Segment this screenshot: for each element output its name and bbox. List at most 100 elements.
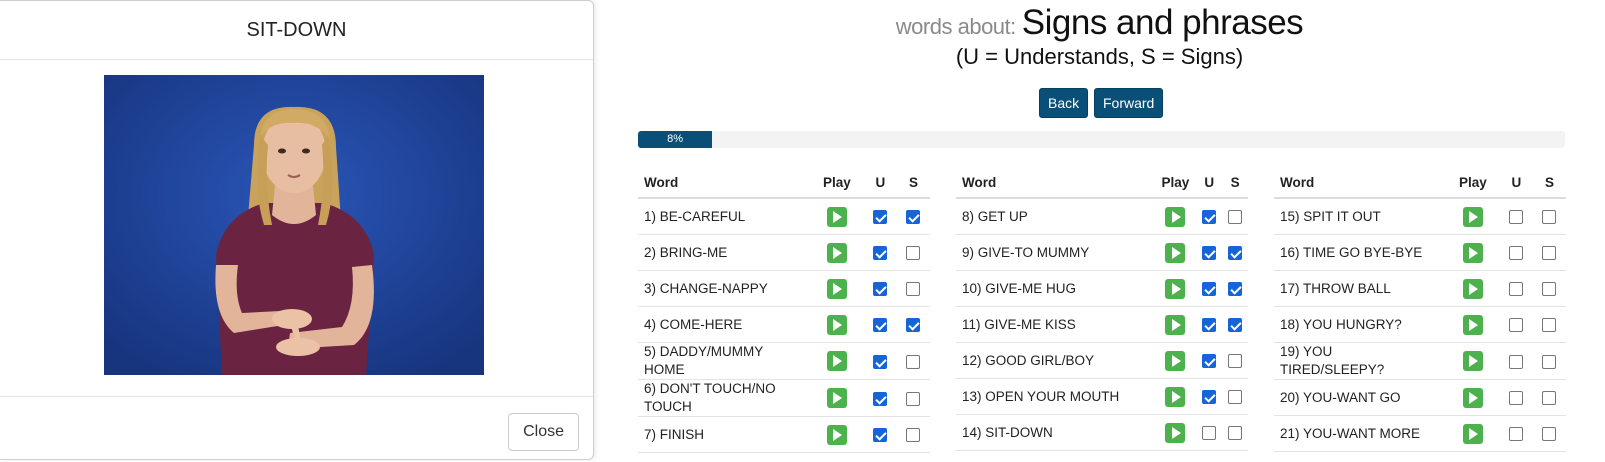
- signs-checkbox[interactable]: [1542, 282, 1557, 297]
- understands-checkbox[interactable]: [1509, 391, 1524, 406]
- play-icon[interactable]: [1165, 422, 1186, 443]
- word-label: 7) FINISH: [638, 416, 810, 453]
- understands-checkbox[interactable]: [1202, 390, 1217, 405]
- back-button[interactable]: Back: [1039, 88, 1089, 118]
- signs-checkbox[interactable]: [1542, 354, 1557, 369]
- understands-checkbox[interactable]: [1509, 210, 1524, 225]
- column-header-u: U: [1499, 167, 1533, 199]
- table-row: 9) GIVE-TO MUMMY: [956, 234, 1248, 271]
- table-row: 4) COME-HERE: [638, 306, 930, 343]
- table-row: 15) SPIT IT OUT: [1274, 198, 1566, 235]
- play-icon[interactable]: [1165, 242, 1186, 263]
- signs-checkbox[interactable]: [1228, 282, 1243, 297]
- column-header-play: Play: [1154, 167, 1197, 199]
- progress-bar: 8%: [638, 131, 1565, 148]
- understands-checkbox[interactable]: [873, 246, 888, 261]
- column-header-s: S: [896, 167, 930, 199]
- play-icon[interactable]: [826, 424, 847, 445]
- play-icon[interactable]: [1462, 278, 1483, 299]
- play-icon[interactable]: [826, 388, 847, 408]
- play-icon[interactable]: [1462, 206, 1483, 227]
- play-icon[interactable]: [1165, 350, 1186, 371]
- understands-checkbox[interactable]: [1509, 246, 1524, 261]
- play-icon[interactable]: [1462, 387, 1483, 408]
- signs-checkbox[interactable]: [1228, 246, 1243, 261]
- table-header-row: Word Play U S: [1274, 167, 1566, 199]
- signs-checkbox[interactable]: [1228, 354, 1243, 369]
- table-row: 12) GOOD GIRL/BOY: [956, 342, 1248, 379]
- understands-checkbox[interactable]: [873, 428, 888, 443]
- column-header-u: U: [863, 167, 897, 199]
- signs-checkbox[interactable]: [906, 246, 921, 261]
- column-header-word: Word: [638, 167, 810, 199]
- close-button[interactable]: Close: [508, 413, 579, 451]
- understands-checkbox[interactable]: [1509, 427, 1524, 442]
- understands-checkbox[interactable]: [1202, 210, 1217, 225]
- signs-checkbox[interactable]: [1542, 391, 1557, 406]
- signs-checkbox[interactable]: [1542, 318, 1557, 333]
- word-label: 10) GIVE-ME HUG: [956, 270, 1155, 307]
- table-row: 8) GET UP: [956, 198, 1248, 235]
- column-header-play: Play: [810, 167, 864, 199]
- play-icon[interactable]: [1462, 314, 1483, 335]
- understands-checkbox[interactable]: [873, 318, 888, 333]
- signs-checkbox[interactable]: [1228, 210, 1243, 225]
- signs-checkbox[interactable]: [906, 354, 921, 369]
- column-header-s: S: [1532, 167, 1566, 199]
- signs-checkbox[interactable]: [1542, 210, 1557, 225]
- word-label: 12) GOOD GIRL/BOY: [956, 342, 1155, 379]
- word-label: 21) YOU-WANT MORE: [1274, 415, 1446, 452]
- table-row: 21) YOU-WANT MORE: [1274, 415, 1566, 452]
- understands-checkbox[interactable]: [1509, 282, 1524, 297]
- understands-checkbox[interactable]: [873, 354, 888, 369]
- column-header-s: S: [1222, 167, 1248, 199]
- table-row: 5) DADDY/MUMMY HOME: [638, 342, 930, 380]
- play-icon[interactable]: [826, 242, 847, 263]
- word-label: 14) SIT-DOWN: [956, 414, 1155, 451]
- understands-checkbox[interactable]: [1202, 282, 1217, 297]
- modal-title: SIT-DOWN: [0, 1, 593, 60]
- understands-checkbox[interactable]: [1509, 318, 1524, 333]
- play-icon[interactable]: [826, 314, 847, 335]
- understands-checkbox[interactable]: [1202, 318, 1217, 333]
- words-table-1: Word Play U S 1) BE-CAREFUL 2) BRING-ME 3) CHA…: [638, 167, 930, 453]
- column-header-word: Word: [956, 167, 1155, 199]
- signs-checkbox[interactable]: [906, 210, 921, 225]
- understands-checkbox[interactable]: [873, 391, 888, 406]
- understands-checkbox[interactable]: [873, 282, 888, 297]
- play-icon[interactable]: [1165, 278, 1186, 299]
- play-icon[interactable]: [1165, 314, 1186, 335]
- understands-checkbox[interactable]: [1202, 246, 1217, 261]
- page-heading: words about: Signs and phrases: [594, 0, 1605, 46]
- sign-video[interactable]: [104, 75, 484, 375]
- signs-checkbox[interactable]: [1542, 246, 1557, 261]
- play-icon[interactable]: [1165, 386, 1186, 407]
- play-icon[interactable]: [826, 206, 847, 227]
- word-label: 18) YOU HUNGRY?: [1274, 306, 1446, 343]
- word-label: 1) BE-CAREFUL: [638, 198, 810, 235]
- play-icon[interactable]: [826, 351, 847, 371]
- signs-checkbox[interactable]: [1542, 427, 1557, 442]
- signs-checkbox[interactable]: [906, 428, 921, 443]
- play-icon[interactable]: [1462, 351, 1483, 371]
- video-modal: SIT-DOWN Close: [0, 0, 594, 460]
- signs-checkbox[interactable]: [1228, 390, 1243, 405]
- understands-checkbox[interactable]: [873, 210, 888, 225]
- understands-checkbox[interactable]: [1202, 354, 1217, 369]
- understands-checkbox[interactable]: [1509, 354, 1524, 369]
- page-subtitle: (U = Understands, S = Signs): [955, 44, 1244, 69]
- understands-checkbox[interactable]: [1202, 426, 1217, 441]
- play-icon[interactable]: [1165, 206, 1186, 227]
- word-label: 4) COME-HERE: [638, 306, 810, 343]
- signs-checkbox[interactable]: [906, 391, 921, 406]
- play-icon[interactable]: [826, 278, 847, 299]
- signs-checkbox[interactable]: [906, 318, 921, 333]
- play-icon[interactable]: [1462, 423, 1483, 444]
- signs-checkbox[interactable]: [1228, 318, 1243, 333]
- signs-checkbox[interactable]: [906, 282, 921, 297]
- forward-button[interactable]: Forward: [1094, 88, 1164, 118]
- table-row: 17) THROW BALL: [1274, 270, 1566, 307]
- play-icon[interactable]: [1462, 242, 1483, 263]
- table-row: 7) FINISH: [638, 416, 930, 453]
- signs-checkbox[interactable]: [1228, 426, 1243, 441]
